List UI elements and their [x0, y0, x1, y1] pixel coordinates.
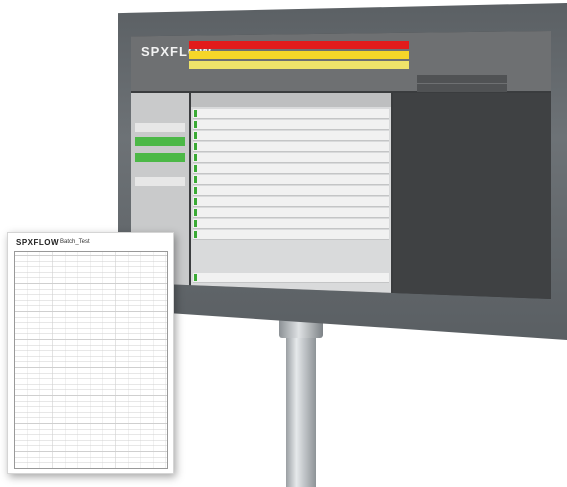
alarm-row-critical[interactable] [189, 41, 409, 49]
alarm-row-notice[interactable] [189, 61, 409, 69]
stand-pole [286, 330, 316, 487]
table-row[interactable] [193, 273, 389, 283]
table-row[interactable] [193, 164, 389, 174]
report-table-grid [14, 251, 168, 469]
process-data-table [191, 93, 391, 293]
table-row[interactable] [193, 109, 389, 119]
info-field-1 [417, 75, 507, 83]
table-row[interactable] [193, 175, 389, 185]
right-dark-panel [393, 93, 551, 299]
table-row[interactable] [193, 197, 389, 207]
table-row[interactable] [193, 120, 389, 130]
table-row[interactable] [193, 153, 389, 163]
alarm-row-warning[interactable] [189, 51, 409, 59]
table-row[interactable] [193, 230, 389, 240]
document-logo: SPXFLOW [16, 238, 60, 247]
table-row[interactable] [193, 131, 389, 141]
sidebar-button-4[interactable] [135, 177, 185, 186]
table-row[interactable] [193, 142, 389, 152]
table-header [191, 93, 391, 107]
batch-report-document: SPXFLOW Batch_Test [7, 232, 174, 474]
table-row[interactable] [193, 186, 389, 196]
document-title: Batch_Test [60, 239, 90, 245]
table-row[interactable] [193, 208, 389, 218]
table-row[interactable] [193, 219, 389, 229]
sidebar-button-start[interactable] [135, 153, 185, 162]
sidebar-button-1[interactable] [135, 123, 185, 132]
info-field-2 [417, 84, 507, 92]
monitor-screen: SPXFLOW [131, 31, 551, 299]
sidebar-button-run[interactable] [135, 137, 185, 146]
